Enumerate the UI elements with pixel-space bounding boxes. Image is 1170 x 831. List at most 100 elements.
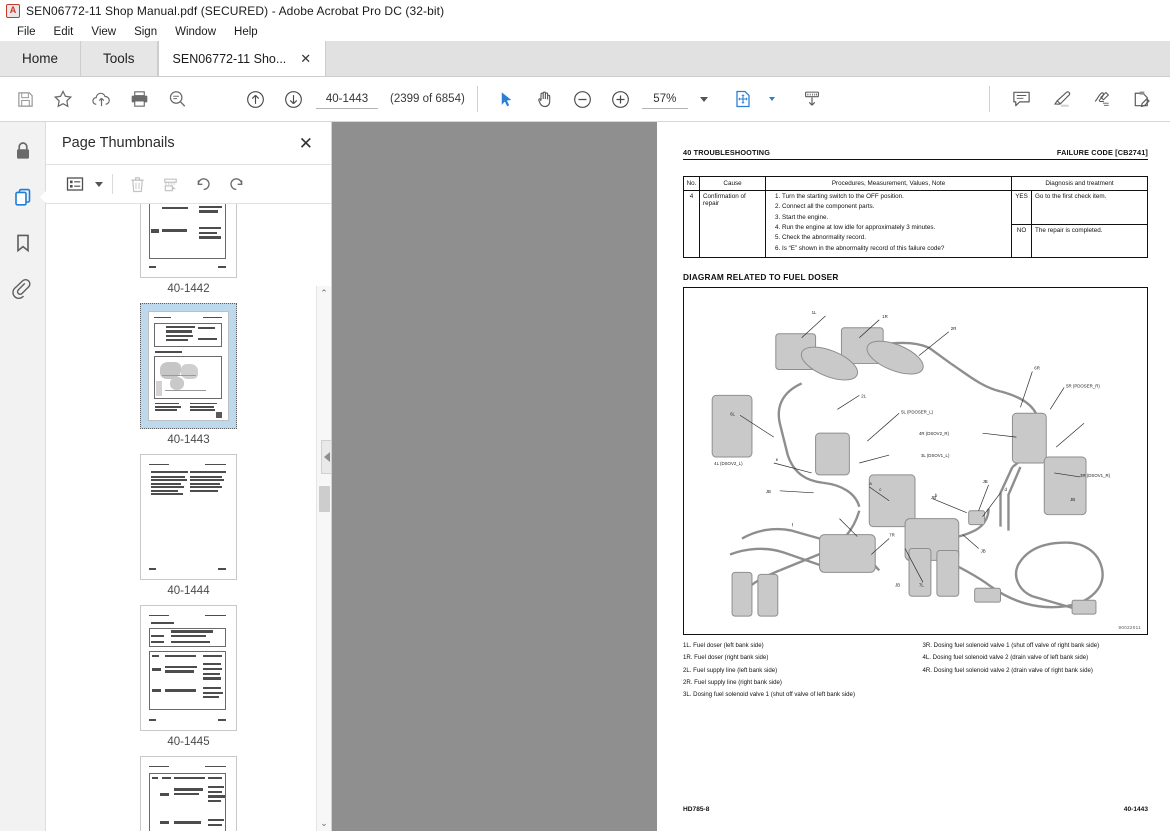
navigation-rail xyxy=(0,122,46,831)
thumbnail-label: 40-1444 xyxy=(167,585,210,597)
zoom-in-icon[interactable] xyxy=(604,82,638,116)
legend-item: 4L. Dosing fuel solenoid valve 2 (drain … xyxy=(922,654,1089,662)
list-item[interactable] xyxy=(140,756,237,831)
menu-file[interactable]: File xyxy=(8,24,45,40)
procedure-step: Is “E” shown in the abnormality record o… xyxy=(782,245,1008,253)
diagram-label-JB-6: JB xyxy=(1070,497,1075,502)
legend-item: 3R. Dosing fuel solenoid valve 1 (shut o… xyxy=(922,642,1100,650)
fit-page-chevron-down-icon[interactable] xyxy=(768,97,775,101)
legend-column-right: 3R. Dosing fuel solenoid valve 1 (shut o… xyxy=(923,642,1149,704)
next-page-icon[interactable] xyxy=(276,82,310,116)
list-item[interactable]: 40-1442 xyxy=(140,204,237,295)
tab-document[interactable]: SEN06772-11 Sho... ✕ xyxy=(157,41,327,76)
diagram-label-JB-4: JB xyxy=(981,549,986,554)
diagram-label-4L: 4L (DSOV2_L) xyxy=(714,461,743,466)
app-body: Page Thumbnails ✕ 40-1442 40-1443 40-144… xyxy=(0,122,1170,831)
thumbnail-label: 40-1443 xyxy=(167,434,210,446)
comment-icon[interactable] xyxy=(1004,82,1038,116)
thumbnail-preview xyxy=(144,458,233,576)
scrollbar-track[interactable] xyxy=(317,301,332,816)
pages-icon[interactable] xyxy=(6,180,40,214)
procedure-step: Start the engine. xyxy=(782,214,1008,222)
diagram-label-6R: 6R xyxy=(1034,366,1040,371)
tab-document-label: SEN06772-11 Sho... xyxy=(172,51,287,66)
diagram-label-b: b xyxy=(935,493,938,498)
cell-answer-yes: YES xyxy=(1011,190,1032,225)
cell-answer-no: NO xyxy=(1011,223,1032,259)
table-header-row: No. Cause Procedures, Measurement, Value… xyxy=(683,176,1148,191)
print-icon[interactable] xyxy=(122,82,156,116)
scroll-up-icon[interactable]: ⌃ xyxy=(317,286,332,301)
diagram-label-JB-1: JB xyxy=(766,489,771,494)
previous-page-icon[interactable] xyxy=(238,82,272,116)
diagram-label-5L: 5L (PDOSER_L) xyxy=(901,409,934,414)
thumbnail-page-40-1443[interactable] xyxy=(140,303,237,429)
thumbnail-preview xyxy=(148,311,229,421)
zoom-dropdown-chevron-down-icon[interactable] xyxy=(699,96,708,102)
rotate-cw-icon[interactable] xyxy=(221,169,251,199)
thumbnail-preview xyxy=(144,760,233,831)
highlight-icon[interactable] xyxy=(1044,82,1078,116)
thumbnails-scrollbar[interactable]: ⌃ ⌄ xyxy=(316,286,331,831)
menu-help[interactable]: Help xyxy=(225,24,267,40)
diagram-label-1L: 1L xyxy=(812,310,817,315)
diagram-label-2L: 2L xyxy=(861,394,866,399)
menu-view[interactable]: View xyxy=(82,24,125,40)
find-icon[interactable] xyxy=(160,82,194,116)
close-icon[interactable]: ✕ xyxy=(295,133,317,154)
collapse-panel-button[interactable] xyxy=(321,440,332,474)
col-procedures: Procedures, Measurement, Values, Note xyxy=(765,176,1012,191)
lock-icon[interactable] xyxy=(6,134,40,168)
col-no: No. xyxy=(683,176,700,191)
thumbnail-page-40-1444[interactable] xyxy=(140,454,237,580)
upload-cloud-icon[interactable] xyxy=(84,82,118,116)
legend-column-left: 1L. Fuel doser (left bank side) 1R. Fuel… xyxy=(683,642,909,704)
paperclip-icon[interactable] xyxy=(6,272,40,306)
procedure-step: Check the abnormality record. xyxy=(782,234,1008,242)
scrollbar-thumb[interactable] xyxy=(318,486,330,512)
toolbar-divider-2 xyxy=(989,86,990,112)
thumbnail-page-next[interactable] xyxy=(140,756,237,831)
tab-strip-filler xyxy=(326,41,1170,76)
thumbnails-toolbar-divider xyxy=(112,174,113,194)
menu-window[interactable]: Window xyxy=(166,24,225,40)
diagram-label-7R: 7R xyxy=(889,533,895,538)
scroll-down-icon[interactable]: ⌄ xyxy=(317,816,332,831)
zoom-level-input[interactable]: 57% xyxy=(641,89,688,109)
thumbnail-page-40-1445[interactable] xyxy=(140,605,237,731)
star-icon[interactable] xyxy=(46,82,80,116)
list-item[interactable]: 40-1444 xyxy=(140,454,237,597)
save-icon[interactable] xyxy=(8,82,42,116)
footer-page-number: 40-1443 xyxy=(1123,806,1148,813)
zoom-out-icon[interactable] xyxy=(566,82,600,116)
legend-item: 2L. Fuel supply line (left bank side) xyxy=(683,666,778,674)
menu-sign[interactable]: Sign xyxy=(125,24,166,40)
list-item[interactable]: 40-1443 xyxy=(140,303,237,446)
tab-tools[interactable]: Tools xyxy=(81,41,158,76)
cell-cause: Confirmation of repair xyxy=(699,189,766,259)
close-icon[interactable]: ✕ xyxy=(296,50,315,67)
delete-pages-icon xyxy=(122,169,152,199)
tab-home[interactable]: Home xyxy=(0,41,82,76)
thumbnail-preview xyxy=(144,609,233,727)
sign-icon[interactable] xyxy=(1084,82,1118,116)
menu-edit[interactable]: Edit xyxy=(45,24,83,40)
bookmark-icon[interactable] xyxy=(6,226,40,260)
select-cursor-icon[interactable] xyxy=(490,82,524,116)
options-list-icon[interactable] xyxy=(60,169,90,199)
hand-tool-icon[interactable] xyxy=(528,82,562,116)
extract-pages-icon xyxy=(155,169,185,199)
list-item[interactable]: 40-1445 xyxy=(140,605,237,748)
options-chevron-down-icon[interactable] xyxy=(95,181,103,187)
fill-and-sign-icon[interactable] xyxy=(1124,82,1158,116)
thumbnails-scroll-area: 40-1442 40-1443 40-1444 40-1445 ⌃ ⌄ xyxy=(46,204,331,831)
document-viewport[interactable]: 40 TROUBLESHOOTING FAILURE CODE [CB2741]… xyxy=(332,122,1170,831)
page-number-input[interactable]: 40-1443 xyxy=(316,89,378,109)
thumbnail-page-40-1442[interactable] xyxy=(140,204,237,278)
fit-page-icon[interactable] xyxy=(726,82,760,116)
rotate-ccw-icon[interactable] xyxy=(188,169,218,199)
header-rule xyxy=(683,159,1148,160)
diagram-label-3L: 3L (DSOV1_L) xyxy=(921,453,950,458)
col-diagnosis: Diagnosis and treatment xyxy=(1011,176,1148,191)
page-scroll-icon[interactable] xyxy=(795,82,829,116)
